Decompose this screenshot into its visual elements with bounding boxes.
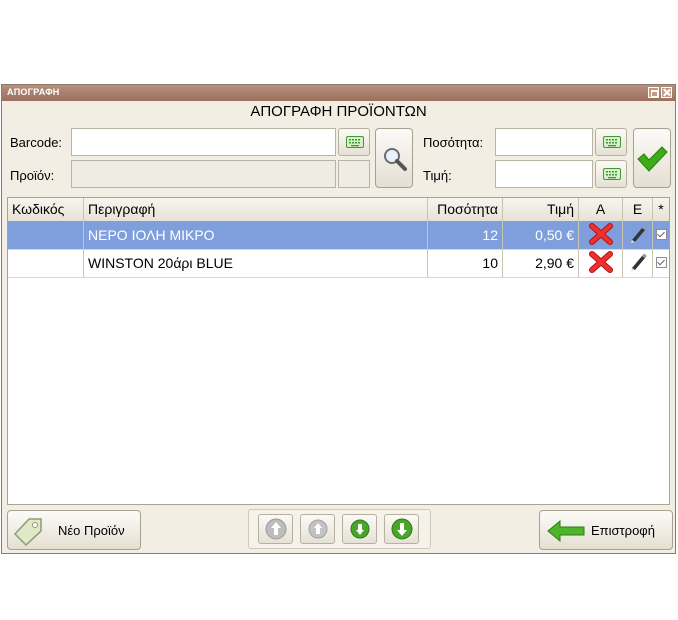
barcode-input[interactable] [71, 128, 336, 156]
magnifier-icon [384, 148, 407, 171]
search-button[interactable] [375, 128, 413, 188]
page-up-button[interactable] [300, 514, 335, 544]
first-page-button[interactable] [258, 514, 293, 544]
row-price: 0,50 € [503, 221, 579, 249]
barcode-label: Barcode: [10, 135, 63, 150]
green-left-arrow-icon [547, 520, 585, 542]
window-title: ΑΠΟΓΡΑΦΗ [7, 87, 60, 97]
row-quantity: 12 [428, 221, 503, 249]
page-down-button[interactable] [342, 514, 377, 544]
page-title: ΑΠΟΓΡΑΦΗ ΠΡΟΪΟΝΤΩΝ [250, 103, 427, 120]
keyboard-icon [603, 136, 621, 148]
back-label: Επιστροφή [591, 523, 655, 538]
price-input[interactable] [495, 160, 593, 188]
last-page-button[interactable] [384, 514, 419, 544]
quantity-label: Ποσότητα: [423, 135, 484, 150]
column-header-delete[interactable]: Α [579, 198, 623, 221]
products-table: Κωδικός Περιγραφή Ποσότητα Τιμή Α Ε * ΝΕ… [7, 197, 670, 505]
quantity-input[interactable] [495, 128, 593, 156]
row-mark-checkbox[interactable] [653, 221, 669, 249]
column-header-mark[interactable]: * [653, 198, 669, 221]
tag-icon [13, 518, 42, 547]
price-label: Τιμή: [423, 168, 452, 183]
checkbox-icon [655, 257, 667, 268]
row-delete-button[interactable] [579, 221, 623, 249]
confirm-button[interactable] [633, 128, 671, 188]
red-x-icon [588, 223, 613, 245]
row-edit-button[interactable] [623, 249, 653, 277]
row-price: 2,90 € [503, 249, 579, 277]
row-quantity: 10 [428, 249, 503, 277]
table-row[interactable]: WINSTON 20άρι BLUE 10 2,90 € [8, 249, 669, 278]
checkbox-icon [655, 229, 667, 240]
green-check-icon [637, 146, 668, 172]
product-field [71, 160, 336, 188]
new-product-button[interactable]: Νέο Προϊόν [7, 510, 141, 550]
column-header-description[interactable]: Περιγραφή [84, 198, 428, 221]
inventory-window: ΑΠΟΓΡΑΦΗ ΑΠΟΓΡΑΦΗ ΠΡΟΪΟΝΤΩΝ Barcode: Προ… [1, 84, 676, 554]
column-header-edit[interactable]: Ε [623, 198, 653, 221]
pen-icon [630, 253, 647, 271]
footer-bar: Νέο Προϊόν Επιστροφή [2, 505, 675, 553]
up-arrow-icon [308, 519, 328, 539]
product-extra-field [338, 160, 370, 188]
row-code [8, 221, 84, 249]
row-code [8, 249, 84, 277]
keyboard-icon [346, 136, 364, 148]
column-header-code[interactable]: Κωδικός [8, 198, 84, 221]
row-mark-checkbox[interactable] [653, 249, 669, 277]
price-keyboard-button[interactable] [595, 160, 627, 188]
new-product-label: Νέο Προϊόν [58, 523, 125, 538]
down-arrow-icon [350, 519, 370, 539]
column-header-quantity[interactable]: Ποσότητα [428, 198, 503, 221]
row-description: ΝΕΡΟ ΙΟΛΗ ΜΙΚΡΟ [84, 221, 428, 249]
navigation-group [248, 509, 431, 549]
back-button[interactable]: Επιστροφή [539, 510, 673, 550]
pen-icon [630, 225, 647, 243]
close-window-button[interactable] [661, 87, 672, 98]
row-edit-button[interactable] [623, 221, 653, 249]
barcode-keyboard-button[interactable] [338, 128, 370, 156]
column-header-price[interactable]: Τιμή [503, 198, 579, 221]
double-down-arrow-icon [391, 518, 413, 540]
table-header: Κωδικός Περιγραφή Ποσότητα Τιμή Α Ε * [8, 198, 669, 222]
product-label: Προϊόν: [10, 168, 55, 183]
quantity-keyboard-button[interactable] [595, 128, 627, 156]
red-x-icon [588, 251, 613, 273]
double-up-arrow-icon [265, 518, 287, 540]
title-bar: ΑΠΟΓΡΑΦΗ [2, 85, 675, 101]
keyboard-icon [603, 168, 621, 180]
row-delete-button[interactable] [579, 249, 623, 277]
row-description: WINSTON 20άρι BLUE [84, 249, 428, 277]
restore-window-button[interactable] [648, 87, 659, 98]
table-row[interactable]: ΝΕΡΟ ΙΟΛΗ ΜΙΚΡΟ 12 0,50 € [8, 221, 669, 250]
